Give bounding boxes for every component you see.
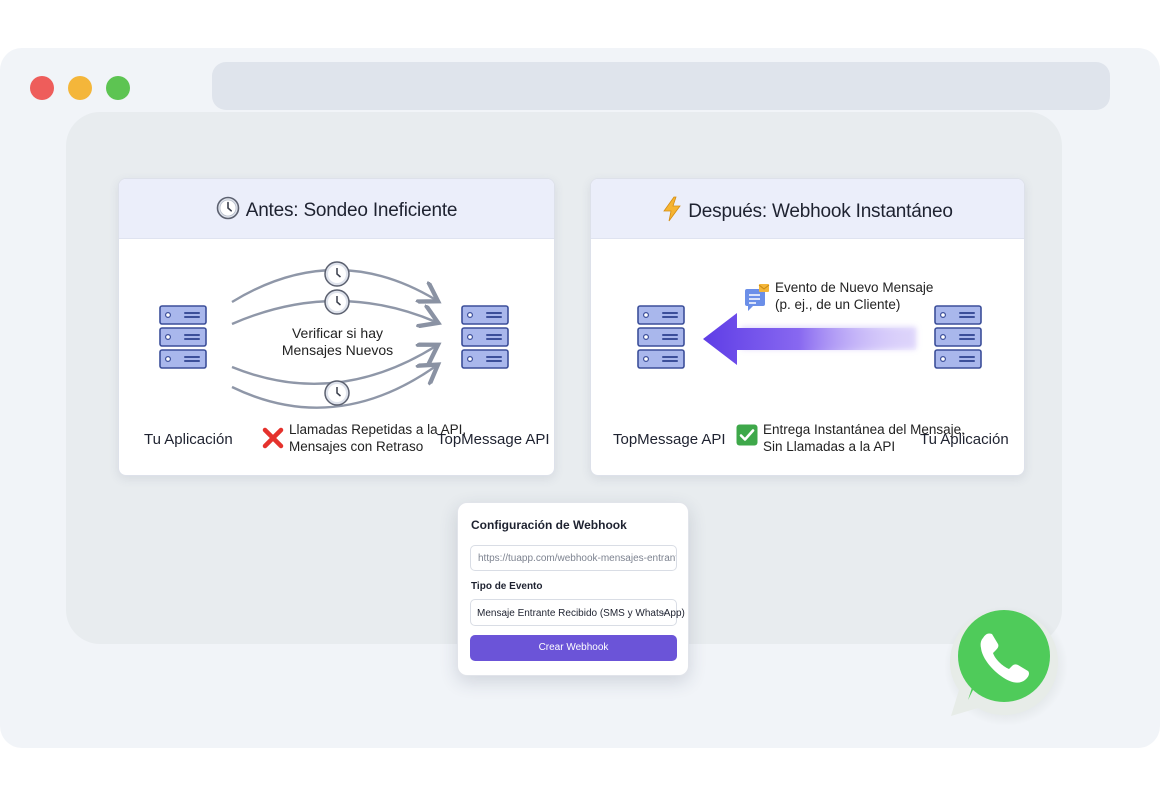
green-check-icon (736, 424, 758, 450)
event-type-label: Tipo de Evento (471, 581, 543, 592)
create-webhook-button[interactable]: Crear Webhook (470, 635, 677, 661)
center-text-line-2: Mensajes Nuevos (281, 342, 394, 358)
before-result-line-2: Mensajes con Retraso (289, 439, 424, 454)
event-type-select[interactable]: Mensaje Entrante Recibido (SMS y WhatsAp… (470, 599, 685, 626)
minimize-window-button[interactable] (68, 76, 92, 100)
polling-clock-icon-3 (324, 380, 350, 406)
event-type-selected-value: Mensaje Entrante Recibido (SMS y WhatsAp… (477, 608, 685, 619)
polling-center-text: Verificar si hay Mensajes Nuevos (119, 325, 554, 359)
after-result-line-1: Entrega Instantánea del Mensaje, (763, 422, 965, 437)
before-polling-panel: Antes: Sondeo Ineficiente Tu Aplicación … (118, 178, 555, 476)
event-line-2: (p. ej., de un Cliente) (775, 297, 901, 312)
center-text-line-1: Verificar si hay (291, 325, 384, 341)
close-window-button[interactable] (30, 76, 54, 100)
tu-aplicacion-server-icon (934, 305, 982, 374)
after-result: Entrega Instantánea del Mensaje, Sin Lla… (736, 421, 965, 455)
polling-clock-icon-2 (324, 289, 350, 315)
whatsapp-icon (938, 598, 1070, 730)
maximize-window-button[interactable] (106, 76, 130, 100)
before-result-line-1: Llamadas Repetidas a la API, (289, 422, 467, 437)
before-result: Llamadas Repetidas a la API, Mensajes co… (262, 421, 466, 455)
address-bar[interactable] (212, 62, 1110, 110)
tu-aplicacion-label: Tu Aplicación (144, 431, 233, 448)
webhook-config-title: Configuración de Webhook (471, 518, 627, 532)
after-result-line-2: Sin Llamadas a la API (763, 439, 896, 454)
message-notification-icon (744, 283, 772, 317)
push-arrow (703, 313, 916, 365)
chevron-down-icon: ⌄ (659, 606, 668, 617)
topmessage-api-label: TopMessage API (613, 431, 726, 448)
webhook-config-card: Configuración de Webhook https://tuapp.c… (457, 502, 689, 676)
polling-clock-icon-1 (324, 261, 350, 287)
new-message-event: Evento de Nuevo Mensaje (p. ej., de un C… (744, 279, 933, 313)
webhook-url-input[interactable]: https://tuapp.com/webhook-mensajes-entra… (470, 545, 677, 571)
topmessage-api-server-icon (637, 305, 685, 374)
after-webhook-panel: Después: Webhook Instantáneo TopMessage … (590, 178, 1025, 476)
red-x-icon (262, 427, 284, 453)
event-line-1: Evento de Nuevo Mensaje (775, 280, 934, 295)
